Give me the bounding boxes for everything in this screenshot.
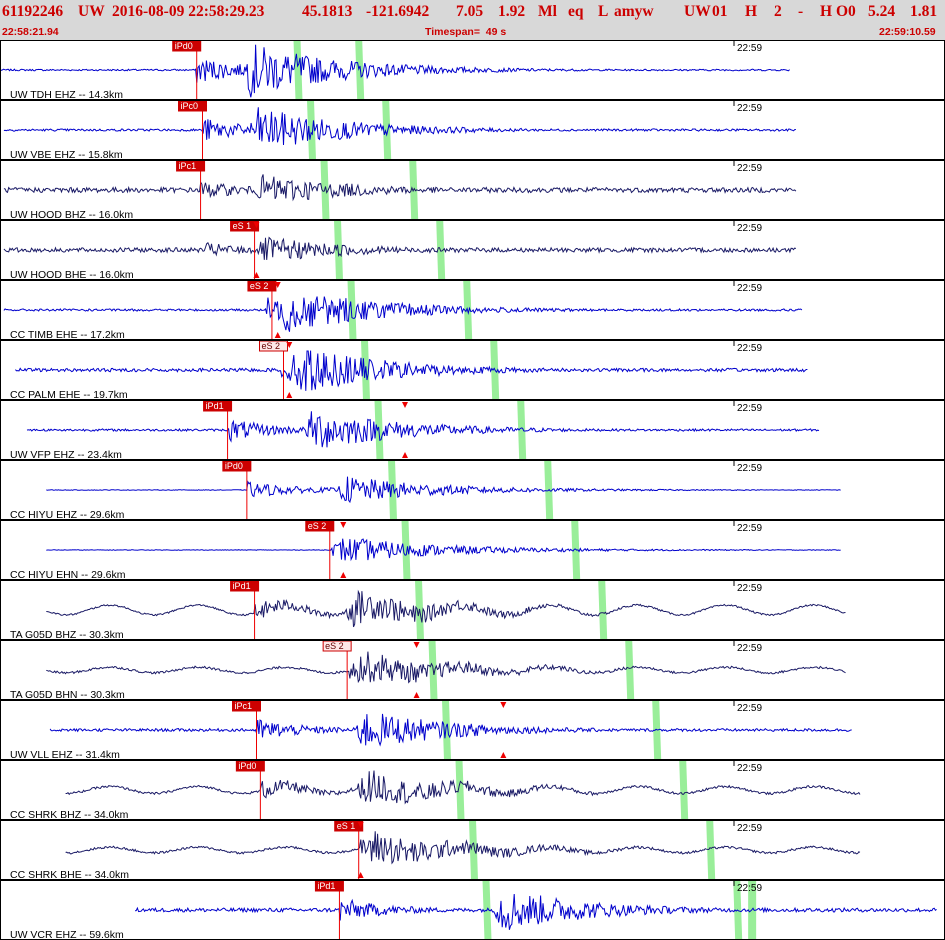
waveform-trace	[46, 589, 846, 628]
marker-bottom	[413, 692, 420, 698]
pick-label: eS 2	[250, 281, 269, 291]
minute-tick-label: 22:59	[737, 643, 762, 654]
pick-label: iPd0	[238, 761, 256, 771]
pick-label: eS 2	[262, 341, 281, 351]
start-time-label: 22:58:21.94	[2, 26, 59, 38]
event-header: 61192246 UW 2016-08-09 22:58:29.23 45.18…	[0, 0, 945, 40]
header-value-1: 5.24	[868, 3, 896, 20]
origin-count: 2	[774, 3, 782, 20]
minute-tick-label: 22:59	[737, 703, 762, 714]
origin-version: 01	[712, 3, 728, 20]
pick-label: iPc1	[235, 701, 253, 711]
minute-tick-label: 22:59	[737, 43, 762, 54]
origin-code: O0	[836, 3, 856, 20]
waveform-trace	[134, 893, 937, 930]
minute-tick-label: 22:59	[737, 823, 762, 834]
minute-tick-label: 22:59	[737, 403, 762, 414]
waveform-trace	[3, 174, 797, 202]
waveform-trace	[46, 476, 841, 504]
event-type: eq	[568, 3, 584, 20]
minute-tick-label: 22:59	[737, 463, 762, 474]
waveform-trace	[15, 350, 808, 391]
marker-bottom	[500, 752, 507, 758]
station-label: TA G05D BHN -- 30.3km	[10, 689, 125, 701]
event-longitude: -121.6942	[366, 3, 430, 20]
waveform-trace	[26, 411, 820, 448]
waveform-trace	[65, 831, 861, 865]
header-value-2: 1.81	[910, 3, 938, 20]
minute-tick-label: 22:59	[737, 163, 762, 174]
marker-bottom	[274, 332, 281, 338]
origin-dash: -	[798, 3, 804, 20]
pick-label: iPd1	[206, 401, 224, 411]
station-label: CC SHRK BHE -- 34.0km	[10, 869, 129, 881]
waveform-trace	[3, 107, 796, 146]
station-label: CC TIMB EHE -- 17.2km	[10, 329, 125, 341]
event-id: 61192246	[2, 3, 64, 20]
station-label: CC HIYU EHN -- 29.6km	[10, 569, 126, 581]
end-time-label: 22:59:10.59	[879, 26, 936, 38]
marker-top	[413, 642, 420, 648]
minute-tick-label: 22:59	[737, 103, 762, 114]
marker-bottom	[340, 572, 347, 578]
origin-network: UW	[684, 3, 711, 20]
origin-flag-h2: H	[820, 3, 833, 20]
station-label: UW TDH EHZ -- 14.3km	[10, 89, 123, 101]
trace-labels: 22:59 UW TDH EHZ -- 14.3km 22:59 UW VBE EHZ…	[10, 43, 762, 940]
station-label: CC HIYU EHZ -- 29.6km	[10, 509, 125, 521]
waveform-trace	[3, 296, 803, 332]
waveform-trace	[49, 713, 852, 747]
minute-tick-label: 22:59	[737, 523, 762, 534]
pick-label: eS 2	[308, 521, 327, 531]
pick-label: iPd0	[225, 461, 243, 471]
station-label: UW HOOD BHZ -- 16.0km	[10, 209, 133, 221]
timespan-label: Timespan= 49 s	[425, 26, 507, 38]
marker-top	[402, 402, 408, 408]
pick-label: iPc0	[181, 101, 199, 111]
station-label: UW VLL EHZ -- 31.4km	[10, 749, 120, 761]
marker-bottom	[402, 452, 408, 458]
event-latitude: 45.1813	[302, 3, 353, 20]
minute-tick-label: 22:59	[737, 883, 762, 894]
minute-tick-label: 22:59	[737, 763, 762, 774]
marker-top	[500, 702, 507, 708]
magnitude-type: Ml	[538, 3, 557, 20]
pick-label: iPd0	[175, 41, 193, 51]
waveform-traces	[0, 44, 937, 930]
pick-label: iPc1	[179, 161, 197, 171]
station-label: UW VFP EHZ -- 23.4km	[10, 449, 122, 461]
origin-flag-h: H	[745, 3, 758, 20]
event-magnitude: 1.92	[498, 3, 526, 20]
p-ray-band	[293, 40, 492, 940]
station-label: TA G05D BHZ -- 30.3km	[10, 629, 124, 641]
pick-label: iPd1	[233, 581, 251, 591]
review-flag: L	[598, 3, 609, 20]
minute-tick-label: 22:59	[737, 223, 762, 234]
event-datetime: 2016-08-09 22:58:29.23	[112, 3, 265, 20]
seismogram-panel: iPd0 iPc0 iPc1 eS 1 eS 2 eS 2 iPd1 iPd0 eS 2 iPd1…	[0, 40, 945, 940]
pick-label: eS 1	[233, 221, 252, 231]
station-label: CC PALM EHE -- 19.7km	[10, 389, 128, 401]
station-label: UW HOOD BHE -- 16.0km	[10, 269, 134, 281]
waveform-trace	[3, 236, 797, 260]
event-author: amyw	[614, 3, 654, 20]
station-label: UW VCR EHZ -- 59.6km	[10, 929, 124, 940]
station-label: CC SHRK BHZ -- 34.0km	[10, 809, 129, 821]
event-depth: 7.05	[456, 3, 484, 20]
waveform-trace	[46, 651, 846, 684]
waveform-trace	[46, 538, 841, 562]
pick-label: eS 2	[325, 641, 344, 651]
minute-tick-label: 22:59	[737, 583, 762, 594]
event-network: UW	[78, 3, 105, 20]
minute-tick-label: 22:59	[737, 343, 762, 354]
marker-top	[340, 522, 347, 528]
pick-label: iPd1	[317, 881, 335, 891]
station-label: UW VBE EHZ -- 15.8km	[10, 149, 123, 161]
marker-bottom	[286, 392, 293, 398]
event-summary-line: 61192246 UW 2016-08-09 22:58:29.23 45.18…	[0, 3, 945, 23]
pick-label: eS 1	[337, 821, 356, 831]
minute-tick-label: 22:59	[737, 283, 762, 294]
